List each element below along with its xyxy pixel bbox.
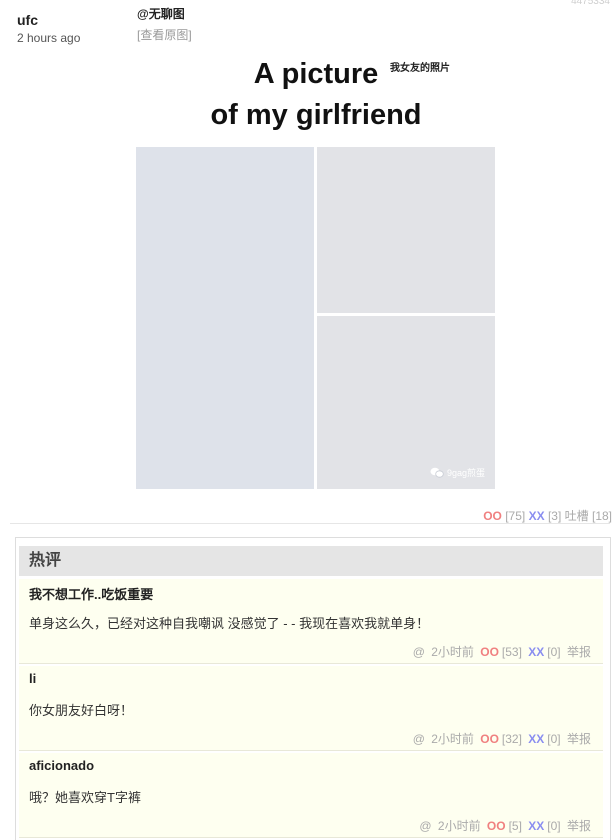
- comment-author[interactable]: aficionado: [29, 758, 94, 773]
- comment-item: 我不想工作..吃饭重要 单身这么久，已经对这种自我嘲讽 没感觉了 - - 我现在…: [19, 579, 603, 664]
- comment-meta: @ 2小时前 OO [32] XX [0] 举报: [410, 730, 591, 747]
- post-id: 4475334: [571, 0, 610, 7]
- comment-text: 哦？她喜欢穿T字裤: [29, 790, 141, 805]
- hot-comments-section: 热评 我不想工作..吃饭重要 单身这么久，已经对这种自我嘲讽 没感觉了 - - …: [15, 537, 611, 840]
- post-xx-count: [3]: [547, 509, 562, 523]
- comment-time: 2小时前: [431, 732, 474, 746]
- comment-time: 2小时前: [431, 645, 474, 659]
- post-time: 2 hours ago: [17, 31, 81, 45]
- comment-oo-count: [53]: [501, 645, 522, 659]
- comment-oo-count: [32]: [501, 732, 522, 746]
- watermark-text: 9gag煎蛋: [446, 468, 485, 478]
- comment-item: li 你女朋友好白呀！ @ 2小时前 OO [32] XX [0] 举报: [19, 666, 603, 751]
- comment-oo-button[interactable]: OO: [480, 732, 499, 746]
- comment-time: 2小时前: [437, 819, 481, 833]
- comment-item: aficionado 哦？她喜欢穿T字裤 @ 2小时前 OO [5] XX [0] …: [19, 753, 603, 838]
- comment-meta: @ 2小时前 OO [53] XX [0] 举报: [410, 643, 591, 660]
- comment-xx-button[interactable]: XX: [528, 819, 544, 833]
- comment-meta: @ 2小时前 OO [5] XX [0] 举报: [416, 817, 591, 834]
- post-tucao-count: [18]: [591, 509, 612, 523]
- hot-comments-title: 热评: [19, 546, 603, 576]
- reply-at-button[interactable]: @: [413, 645, 425, 659]
- author-name[interactable]: ufc: [17, 12, 80, 28]
- reply-at-button[interactable]: @: [419, 819, 431, 833]
- post-vote-bar: OO [75] XX [3] 吐槽 [18]: [483, 507, 612, 524]
- report-link[interactable]: 举报: [567, 645, 591, 659]
- view-original-link[interactable]: [查看原图]: [137, 26, 192, 43]
- report-link[interactable]: 举报: [567, 732, 591, 746]
- comment-text: 单身这么久，已经对这种自我嘲讽 没感觉了 - - 我现在喜欢我就单身！: [29, 616, 430, 631]
- meme-caption: 我女友的照片: [390, 63, 450, 74]
- comment-xx-count: [0]: [547, 645, 561, 659]
- comment-text: 你女朋友好白呀！: [29, 703, 134, 718]
- comment-xx-count: [0]: [547, 819, 561, 833]
- image-panel-top-right: [317, 147, 495, 313]
- post-oo-button[interactable]: OO: [483, 509, 502, 523]
- comment-oo-count: [5]: [508, 819, 522, 833]
- post-author: ufc 2 hours ago: [17, 12, 80, 45]
- divider: [10, 523, 610, 524]
- comment-oo-button[interactable]: OO: [487, 819, 506, 833]
- wechat-icon: [430, 467, 444, 478]
- image-panel-bottom-right: [317, 316, 495, 489]
- comment-author[interactable]: 我不想工作..吃饭重要: [29, 584, 153, 603]
- post-xx-button[interactable]: XX: [529, 509, 545, 523]
- image-panel-left: [136, 147, 314, 489]
- post-oo-count: [75]: [505, 509, 526, 523]
- meme-title-line2: of my girlfriend: [210, 99, 422, 131]
- report-link[interactable]: 举报: [567, 819, 591, 833]
- post-tucao-link[interactable]: 吐槽: [565, 509, 589, 523]
- comment-xx-count: [0]: [547, 732, 561, 746]
- comment-oo-button[interactable]: OO: [480, 645, 499, 659]
- post-source-tag[interactable]: @无聊图: [137, 5, 185, 22]
- comment-xx-button[interactable]: XX: [528, 732, 544, 746]
- comment-author[interactable]: li: [29, 671, 36, 686]
- reply-at-button[interactable]: @: [413, 732, 425, 746]
- image-watermark: 9gag煎蛋: [430, 466, 485, 479]
- post-image[interactable]: 9gag煎蛋: [136, 147, 495, 489]
- comment-xx-button[interactable]: XX: [528, 645, 544, 659]
